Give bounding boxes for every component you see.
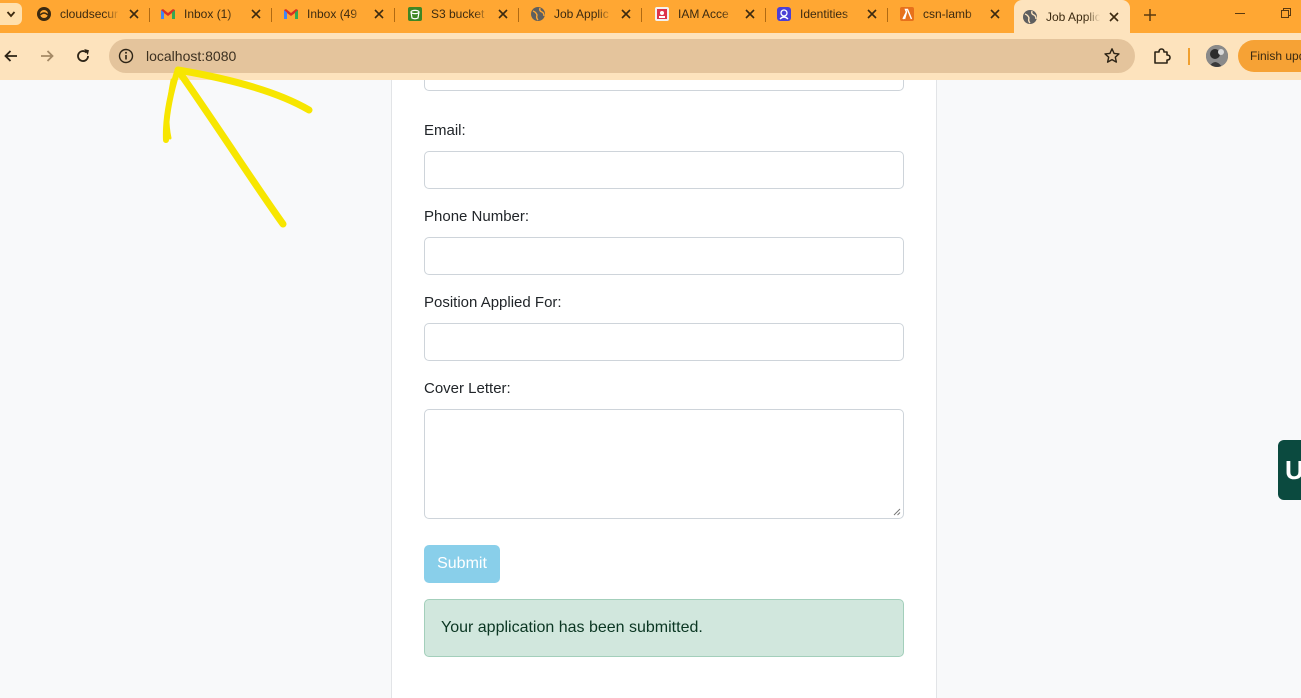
site-info-icon[interactable] xyxy=(117,47,135,65)
forward-button[interactable] xyxy=(36,45,58,67)
iam-icon xyxy=(655,7,669,21)
minimize-icon xyxy=(1235,13,1245,14)
close-icon[interactable] xyxy=(987,6,1003,22)
browser-toolbar: localhost:8080 Finish update xyxy=(0,33,1301,80)
phone-label: Phone Number: xyxy=(424,208,530,225)
reload-icon xyxy=(77,49,89,62)
email-label: Email: xyxy=(424,122,466,139)
forward-arrow-icon xyxy=(41,50,54,62)
url-text[interactable]: localhost:8080 xyxy=(146,48,236,64)
minimize-button[interactable] xyxy=(1233,6,1247,20)
tab-separator xyxy=(765,8,766,22)
s3-icon xyxy=(408,7,422,21)
close-icon[interactable] xyxy=(864,6,880,22)
page-viewport: Email: Phone Number: Position Applied Fo… xyxy=(0,80,1301,698)
plus-icon xyxy=(1144,9,1156,21)
tab-title: csn-lamb xyxy=(923,7,972,21)
close-icon[interactable] xyxy=(742,6,758,22)
tab-1[interactable]: cloudsecur xyxy=(28,0,150,28)
tab-title: cloudsecur xyxy=(60,7,119,21)
close-icon[interactable] xyxy=(371,6,387,22)
avatar-image xyxy=(1206,45,1228,67)
tab-separator xyxy=(518,8,519,22)
side-widget-button[interactable]: U xyxy=(1278,440,1301,500)
close-icon[interactable] xyxy=(248,6,264,22)
tab-title: Job Applic xyxy=(1046,9,1100,24)
cloud-icon xyxy=(37,7,51,21)
new-tab-button[interactable] xyxy=(1140,5,1160,25)
reload-button[interactable] xyxy=(72,45,94,67)
restore-icon xyxy=(1281,8,1291,18)
close-icon[interactable] xyxy=(1106,9,1122,25)
tab-separator xyxy=(271,8,272,22)
position-label: Position Applied For: xyxy=(424,294,562,311)
tab-separator xyxy=(394,8,395,22)
tab-3[interactable]: Inbox (49 xyxy=(275,0,395,28)
submit-button[interactable]: Submit xyxy=(424,545,500,583)
globe-icon xyxy=(1023,9,1037,24)
back-button[interactable] xyxy=(0,45,22,67)
tab-5[interactable]: Job Applic xyxy=(522,0,642,28)
close-icon[interactable] xyxy=(618,6,634,22)
close-icon[interactable] xyxy=(495,6,511,22)
address-bar[interactable]: localhost:8080 xyxy=(109,39,1135,73)
resize-handle-icon[interactable] xyxy=(893,508,901,516)
application-form-card: Email: Phone Number: Position Applied Fo… xyxy=(391,80,937,698)
tab-6[interactable]: IAM Acce xyxy=(646,0,766,28)
toolbar-divider xyxy=(1188,48,1190,65)
tab-title: IAM Acce xyxy=(678,7,729,21)
position-input[interactable] xyxy=(424,323,904,361)
gmail-icon xyxy=(284,9,298,19)
tab-separator xyxy=(887,8,888,22)
tab-separator xyxy=(641,8,642,22)
success-message: Your application has been submitted. xyxy=(441,619,703,636)
profile-avatar[interactable] xyxy=(1206,45,1228,67)
tab-9-active[interactable]: Job Applic xyxy=(1014,0,1130,33)
restore-button[interactable] xyxy=(1279,6,1293,20)
back-arrow-icon xyxy=(4,50,17,62)
close-icon[interactable] xyxy=(126,6,142,22)
lambda-icon xyxy=(900,7,914,21)
tab-title: Inbox (49 xyxy=(307,7,358,21)
tab-separator xyxy=(149,8,150,22)
tab-4[interactable]: S3 bucket xyxy=(399,0,519,28)
cover-letter-label: Cover Letter: xyxy=(424,380,511,397)
extensions-puzzle-icon[interactable] xyxy=(1151,45,1173,67)
tab-7[interactable]: Identities xyxy=(768,0,888,28)
gmail-icon xyxy=(161,9,175,19)
tab-title: Inbox (1) xyxy=(184,7,232,21)
tab-title: Job Applic xyxy=(554,7,609,21)
finish-update-button[interactable]: Finish update xyxy=(1238,40,1301,72)
phone-input[interactable] xyxy=(424,237,904,275)
email-input[interactable] xyxy=(424,151,904,189)
tab-title: S3 bucket xyxy=(431,7,485,21)
name-input[interactable] xyxy=(424,80,904,91)
identity-icon xyxy=(777,7,791,21)
tab-strip: cloudsecur Inbox (1) Inbox (49 S3 bucket… xyxy=(0,0,1301,33)
success-alert: Your application has been submitted. xyxy=(424,599,904,657)
cover-letter-textarea[interactable] xyxy=(424,409,904,519)
globe-icon xyxy=(531,7,545,21)
tab-search-button[interactable] xyxy=(0,3,22,25)
tab-2[interactable]: Inbox (1) xyxy=(152,0,272,28)
side-widget-glyph: U xyxy=(1285,454,1301,485)
chevron-down-icon xyxy=(6,11,16,18)
tab-8[interactable]: csn-lamb xyxy=(891,0,1011,28)
bookmark-star-icon[interactable] xyxy=(1103,47,1121,65)
tab-title: Identities xyxy=(800,7,849,21)
